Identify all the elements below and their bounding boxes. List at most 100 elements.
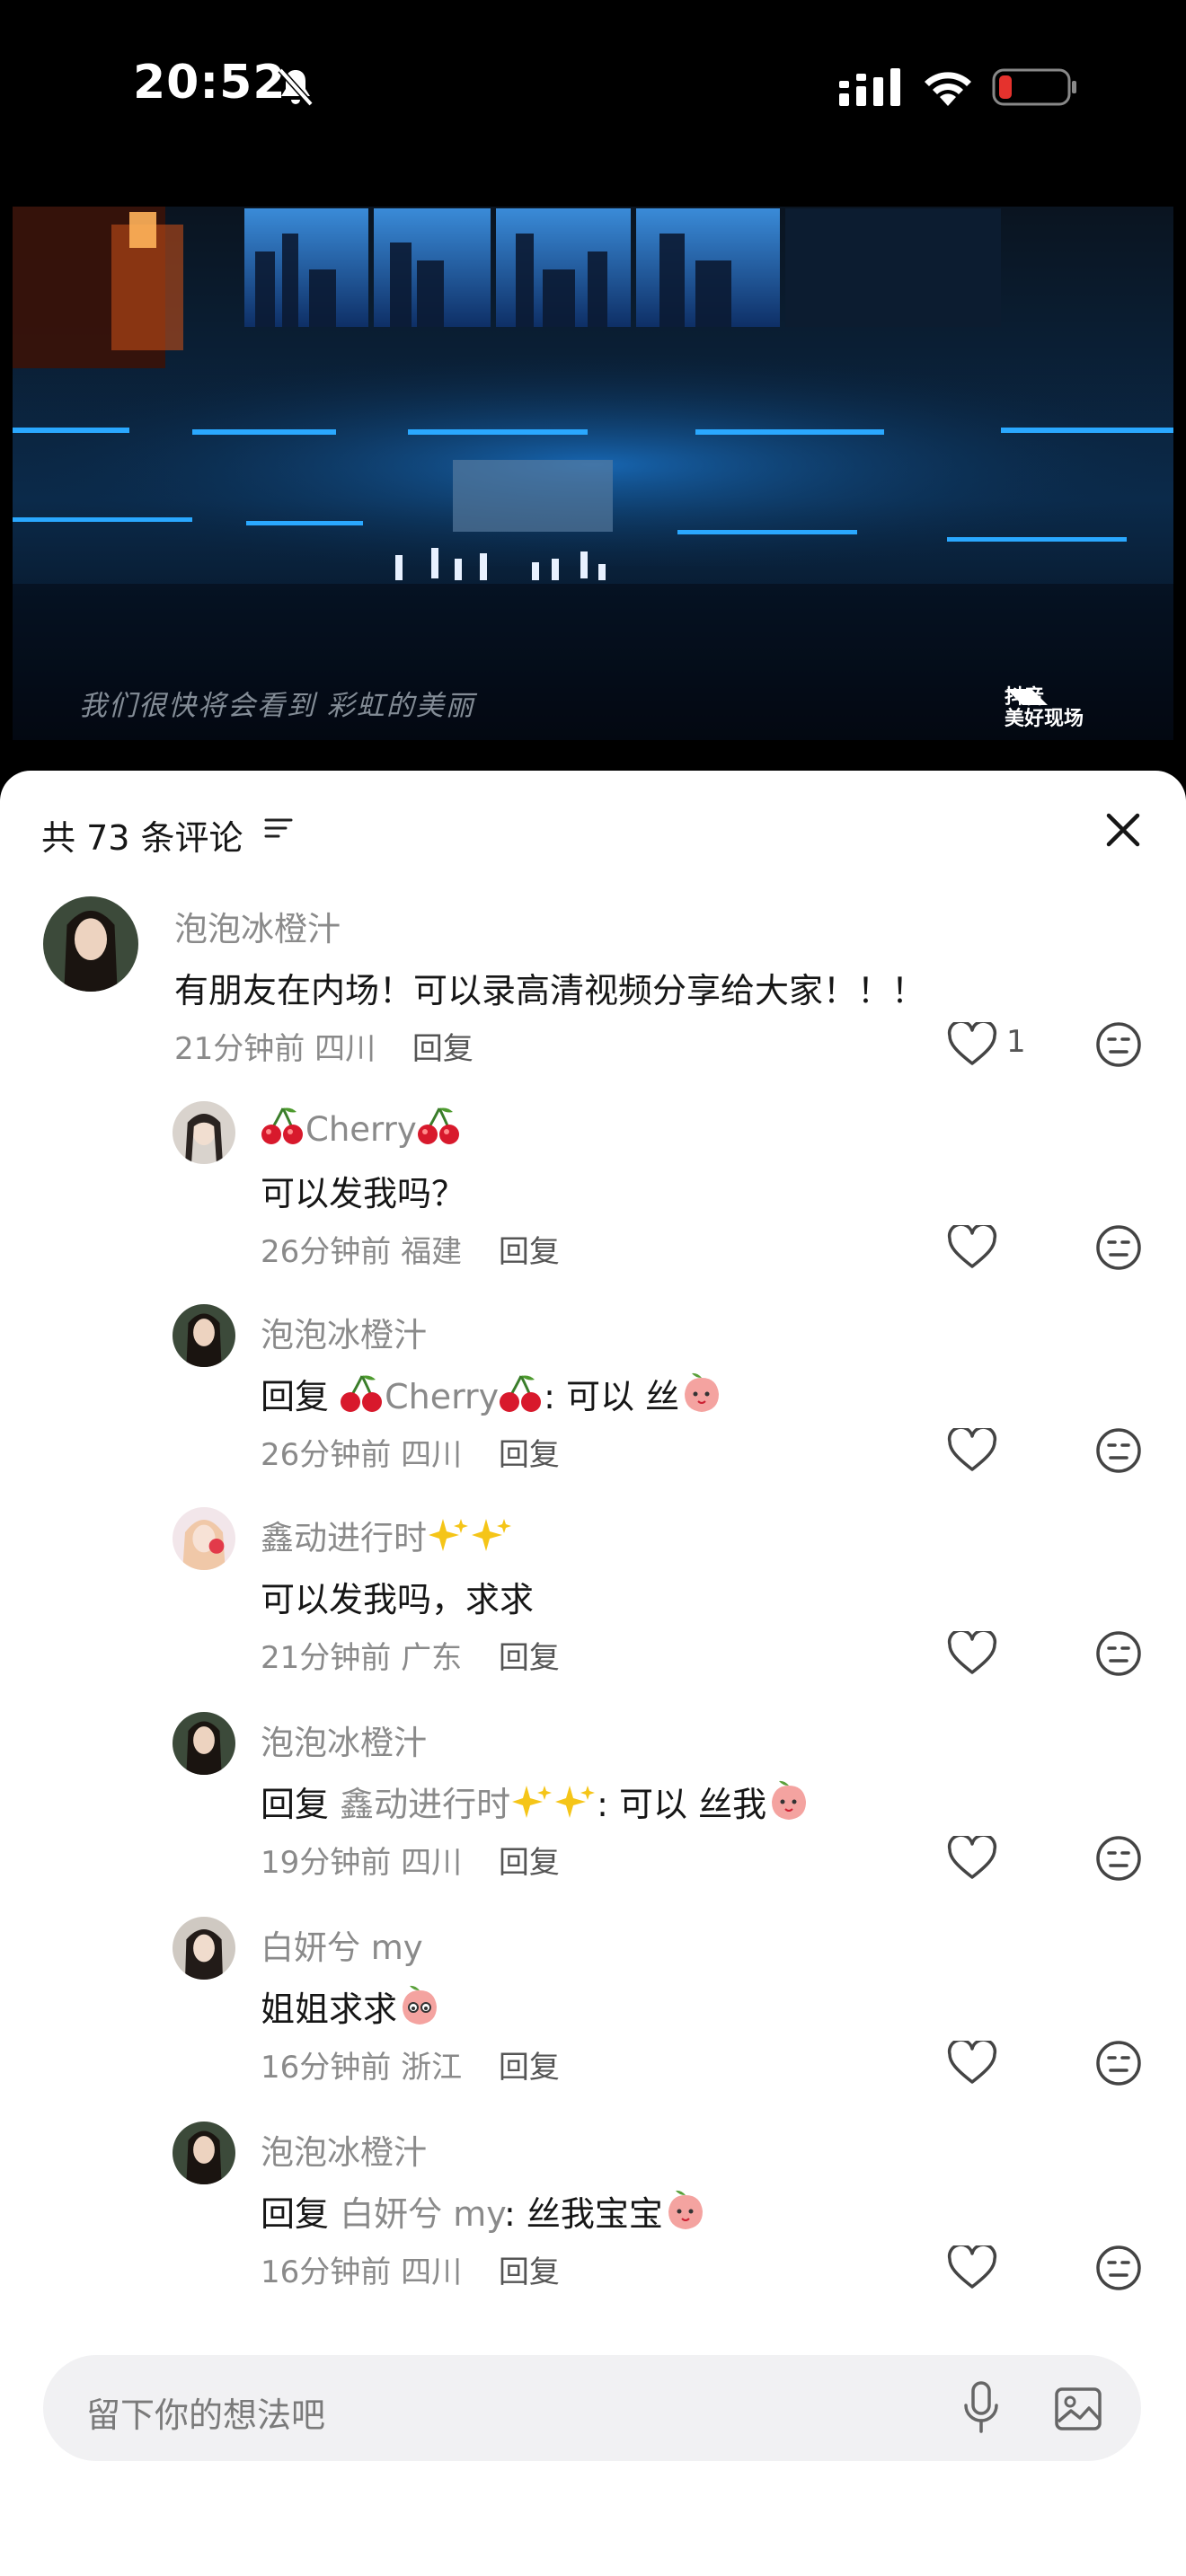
reply-button[interactable]: 回复 xyxy=(499,2050,560,2086)
reply-button[interactable]: 回复 xyxy=(499,1640,560,1676)
peach-emoji-icon xyxy=(668,2190,703,2229)
comment-meta: 26分钟前 四川 回复 xyxy=(261,1430,560,1474)
cherry-icon xyxy=(500,1375,542,1412)
comment-text: 可以发我吗？ xyxy=(261,1174,466,1213)
reply-body: : 可以 丝我 xyxy=(597,1785,767,1824)
status-bar: 20:52 xyxy=(0,0,1186,207)
comment-username[interactable]: 泡泡冰橙汁 xyxy=(261,1716,427,1764)
heart-icon[interactable] xyxy=(947,2245,997,2290)
heart-icon[interactable] xyxy=(947,1631,997,1676)
peach-emoji-icon xyxy=(685,1372,720,1412)
comment-location: 广东 xyxy=(401,1640,463,1676)
comment-text: 可以发我吗，求求 xyxy=(261,1580,535,1619)
username-text[interactable]: Cherry xyxy=(305,1110,417,1149)
dislike-face-icon[interactable] xyxy=(1094,1223,1143,1272)
comment-username[interactable]: 鑫动进行时 xyxy=(261,1511,513,1559)
sparkle-icon xyxy=(555,1786,596,1818)
avatar[interactable] xyxy=(173,1507,235,1570)
reply-target[interactable]: 鑫动进行时 xyxy=(340,1785,597,1824)
sparkle-icon xyxy=(472,1519,511,1551)
status-time: 20:52 xyxy=(133,56,287,110)
avatar[interactable] xyxy=(173,1304,235,1367)
comment-time: 26分钟前 xyxy=(261,1437,392,1473)
heart-icon[interactable] xyxy=(947,1836,997,1881)
reply-target-name[interactable]: Cherry xyxy=(385,1377,499,1416)
comment-meta: 21分钟前 四川 回复 xyxy=(174,1024,474,1068)
comment-time: 16分钟前 xyxy=(261,2254,392,2290)
avatar[interactable] xyxy=(43,896,138,992)
comment-username[interactable]: Cherry xyxy=(261,1105,462,1149)
close-icon[interactable] xyxy=(1102,808,1145,851)
dislike-face-icon[interactable] xyxy=(1094,2244,1143,2292)
reply-target[interactable]: 白妍兮 my xyxy=(340,2194,504,2234)
comment-time: 16分钟前 xyxy=(261,2050,392,2086)
comment-text: 有朋友在内场！可以录高清视频分享给大家！！！ xyxy=(174,971,926,1010)
comment-body: 姐姐求求 xyxy=(261,1989,398,2029)
comments-count-title: 共 73 条评论 xyxy=(41,818,243,858)
reply-body: : 可以 丝 xyxy=(544,1377,680,1416)
reply-button[interactable]: 回复 xyxy=(499,1437,560,1473)
comment-username[interactable]: 泡泡冰橙汁 xyxy=(174,902,341,950)
reply-button[interactable]: 回复 xyxy=(412,1031,474,1067)
sparkle-icon xyxy=(429,1519,468,1551)
comment-location: 四川 xyxy=(401,1437,463,1473)
dislike-face-icon[interactable] xyxy=(1094,1834,1143,1883)
image-icon[interactable] xyxy=(1053,2384,1103,2434)
heart-icon[interactable] xyxy=(947,2041,997,2086)
comment-username[interactable]: 泡泡冰橙汁 xyxy=(261,1308,427,1356)
watermark-line2: 美好现场 xyxy=(1005,708,1084,730)
comment-location: 四川 xyxy=(401,2254,463,2290)
comment-time: 26分钟前 xyxy=(261,1234,392,1270)
signal-icon xyxy=(839,68,900,106)
sparkle-icon xyxy=(512,1786,553,1818)
microphone-icon[interactable] xyxy=(961,2380,1001,2436)
heart-icon[interactable] xyxy=(947,1428,997,1473)
reply-prefix: 回复 xyxy=(261,2194,330,2234)
comment-input-bar[interactable]: 留下你的想法吧 xyxy=(43,2355,1141,2461)
bell-slash-icon xyxy=(278,67,314,107)
comment-username[interactable]: 白妍兮 my xyxy=(261,1920,423,1969)
reply-button[interactable]: 回复 xyxy=(499,1845,560,1881)
comment-text: 回复 白妍兮 my: 丝我宝宝 xyxy=(261,2186,708,2236)
video-player[interactable]: 我们很快将会看到 彩虹的美丽 抖音 美好现场 xyxy=(13,207,1173,740)
avatar[interactable] xyxy=(173,1712,235,1775)
reply-target-name[interactable]: 鑫动进行时 xyxy=(340,1785,510,1824)
heart-icon[interactable] xyxy=(947,1225,997,1270)
heart-icon[interactable] xyxy=(947,1022,997,1067)
avatar[interactable] xyxy=(173,2122,235,2184)
peach-emoji-icon xyxy=(772,1780,807,1820)
reply-prefix: 回复 xyxy=(261,1785,330,1824)
video-subtitle: 我们很快将会看到 彩虹的美丽 xyxy=(79,690,475,722)
dislike-face-icon[interactable] xyxy=(1094,1426,1143,1475)
douyin-watermark: 抖音 美好现场 xyxy=(1005,687,1084,730)
comment-location: 浙江 xyxy=(401,2050,463,2086)
like-count: 1 xyxy=(1006,1024,1026,1060)
comment-input-placeholder[interactable]: 留下你的想法吧 xyxy=(86,2387,325,2437)
comment-meta: 16分钟前 浙江 回复 xyxy=(261,2042,560,2086)
cherry-icon xyxy=(417,1107,459,1144)
reply-body: : 丝我宝宝 xyxy=(503,2194,663,2234)
dislike-face-icon[interactable] xyxy=(1094,1629,1143,1678)
avatar[interactable] xyxy=(173,1101,235,1164)
comment-username[interactable]: 泡泡冰橙汁 xyxy=(261,2125,427,2174)
filter-icon[interactable] xyxy=(264,816,295,842)
comment-time: 21分钟前 xyxy=(174,1031,305,1067)
avatar[interactable] xyxy=(173,1917,235,1980)
reply-target[interactable]: Cherry xyxy=(340,1375,544,1416)
peach-emoji-icon xyxy=(403,1985,438,2025)
reply-button[interactable]: 回复 xyxy=(499,2254,560,2290)
reply-button[interactable]: 回复 xyxy=(499,1234,560,1270)
comment-time: 21分钟前 xyxy=(261,1640,392,1676)
username-text[interactable]: 鑫动进行时 xyxy=(261,1519,427,1557)
comment-meta: 19分钟前 四川 回复 xyxy=(261,1838,560,1882)
comment-text: 姐姐求求 xyxy=(261,1981,442,2031)
comment-location: 四川 xyxy=(401,1845,463,1881)
comment-location: 福建 xyxy=(401,1234,463,1270)
cherry-icon xyxy=(341,1375,383,1412)
battery-icon xyxy=(992,68,1076,106)
comment-location: 四川 xyxy=(314,1031,376,1067)
dislike-face-icon[interactable] xyxy=(1094,2039,1143,2087)
douyin-logo-icon xyxy=(1006,689,1048,705)
stage-video-frame xyxy=(13,207,1173,740)
dislike-face-icon[interactable] xyxy=(1094,1020,1143,1069)
